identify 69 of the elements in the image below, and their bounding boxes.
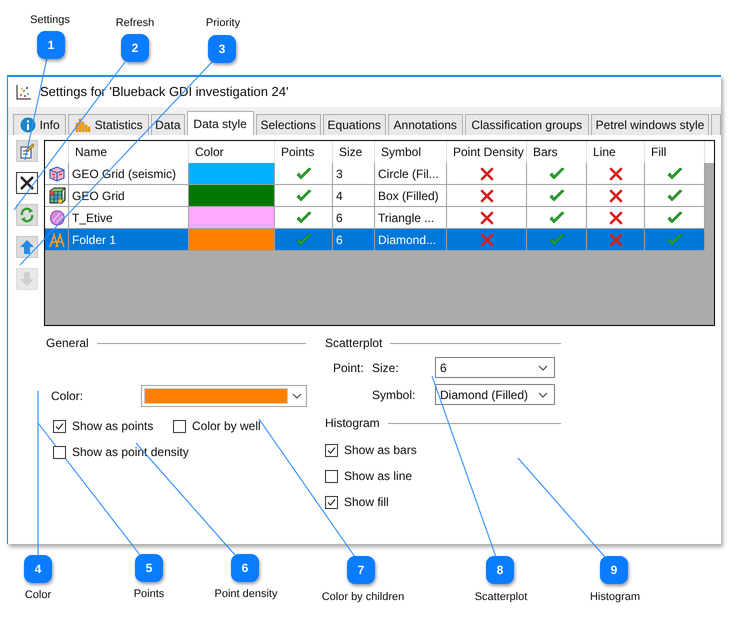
tab[interactable]: Equations <box>322 114 386 135</box>
up-arrow-icon <box>19 239 35 255</box>
tab[interactable]: Data <box>151 114 185 135</box>
scatter-plot-icon <box>16 84 32 100</box>
callout-badge: 4 <box>24 555 52 583</box>
table-cell: 6 <box>333 229 375 251</box>
checkbox[interactable] <box>325 470 338 482</box>
callout-label: Point density <box>214 587 278 602</box>
checkbox[interactable] <box>173 420 186 432</box>
cube-icon <box>48 164 66 182</box>
toolbar-button[interactable] <box>16 140 38 162</box>
grid-cube-icon <box>48 186 66 204</box>
table-row[interactable]: T_Etive 6 Triangle ... <box>45 207 705 229</box>
group-title: Scatterplot <box>325 335 382 352</box>
group-title: General <box>46 335 89 352</box>
callout-label: Priority <box>206 16 240 31</box>
callout-badge: 6 <box>231 554 259 582</box>
callout-badge: 1 <box>37 31 65 59</box>
callout-label: Color by children <box>322 590 404 605</box>
field-label: Symbol: <box>372 386 416 404</box>
tab[interactable]: Petrel windows style <box>590 114 710 135</box>
callout-label: Histogram <box>590 590 640 605</box>
chevron-down-icon <box>538 392 548 398</box>
callout-badge: 3 <box>208 35 236 63</box>
bar-chart-icon <box>74 117 91 133</box>
table-cell: Diamond... <box>375 229 447 251</box>
table-row[interactable]: Folder 1 6 Diamond... <box>45 229 705 251</box>
group-title: Histogram <box>325 415 380 432</box>
callout-label: Settings <box>30 13 70 28</box>
delete-button[interactable] <box>16 172 38 194</box>
size-dropdown[interactable]: 6 <box>435 357 555 378</box>
field-label: Point: <box>332 360 365 376</box>
notepad-pencil-icon <box>19 143 35 159</box>
tab[interactable]: Statistics <box>68 114 150 135</box>
delete-icon <box>19 175 35 191</box>
callout-label: Color <box>24 588 52 603</box>
field-label: Size: <box>372 360 400 376</box>
checkbox[interactable] <box>325 444 338 456</box>
callout-label: Refresh <box>116 16 154 31</box>
down-arrow-icon <box>19 271 35 287</box>
checkbox-label: Show fill <box>344 494 389 511</box>
info-icon <box>20 117 36 133</box>
callout-label: Points <box>134 587 164 602</box>
color-dropdown[interactable] <box>141 385 307 407</box>
checkbox-label: Show as bars <box>344 442 417 459</box>
checkbox-label: Show as line <box>344 468 412 485</box>
callout-badge: 8 <box>486 556 514 584</box>
surface-icon <box>48 208 66 226</box>
checkbox[interactable] <box>53 446 66 458</box>
checkbox-label: Show as points <box>72 418 154 435</box>
folder-icon <box>48 230 66 248</box>
chevron-down-icon <box>538 364 548 370</box>
callout-badge: 9 <box>600 556 628 584</box>
callout-badge: 7 <box>347 556 375 584</box>
callout-badge: 2 <box>121 34 149 62</box>
chevron-down-icon <box>292 393 302 399</box>
tab[interactable]: Classification groups <box>464 114 589 135</box>
checkbox-label: Color by well <box>192 418 261 435</box>
tab[interactable]: Info <box>13 114 66 135</box>
tab[interactable]: Selections <box>256 114 321 135</box>
checkbox[interactable] <box>325 496 338 508</box>
field-label: Color: <box>51 388 84 405</box>
callout-badge: 5 <box>135 554 163 582</box>
symbol-dropdown[interactable]: Diamond (Filled) <box>435 384 555 405</box>
tab[interactable]: Data style <box>186 111 254 135</box>
refresh-icon <box>19 207 35 223</box>
checkbox[interactable] <box>53 420 66 432</box>
tab[interactable]: Annotations <box>388 114 463 135</box>
callout-label: Scatterplot <box>474 590 528 605</box>
